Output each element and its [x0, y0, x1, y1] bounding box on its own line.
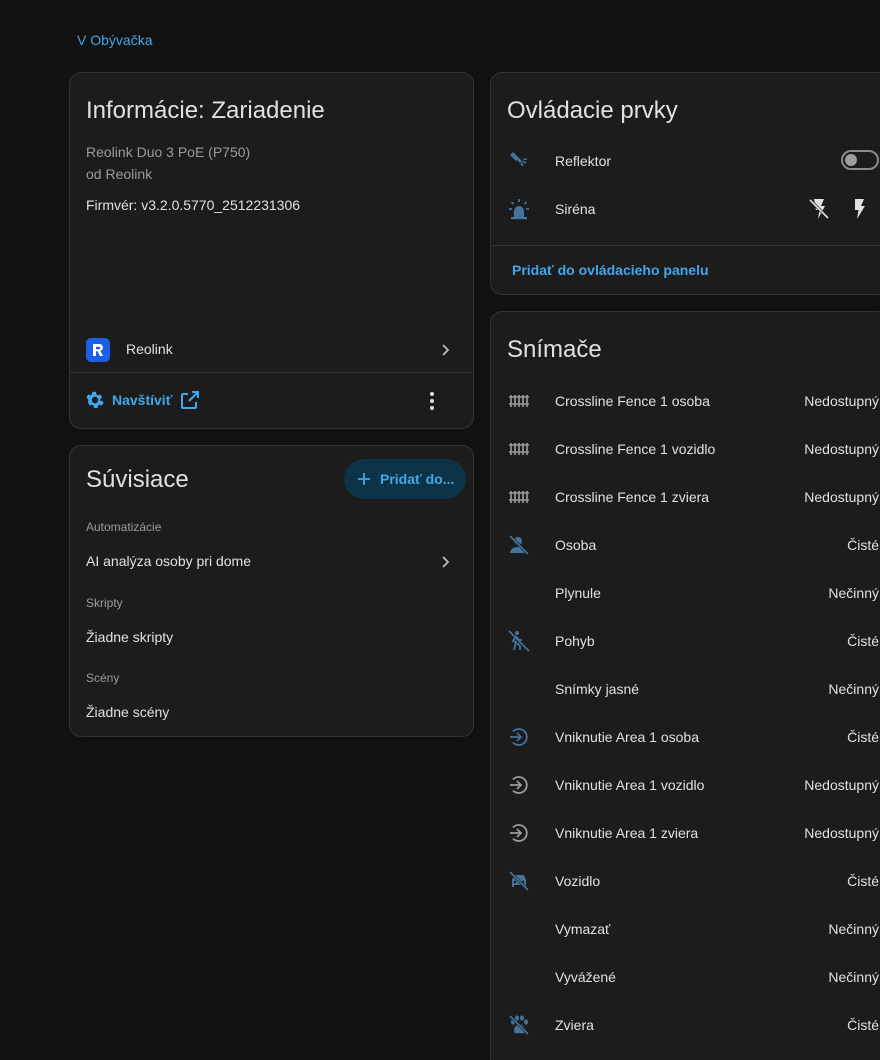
integration-name: Reolink: [126, 341, 173, 357]
automation-name: AI analýza osoby pri dome: [86, 553, 251, 569]
sensor-state: Čisté: [847, 873, 879, 889]
sensor-state: Čisté: [847, 1017, 879, 1033]
sensor-label: Plynule: [555, 585, 601, 601]
add-to-dashboard-button[interactable]: Pridať do ovládacieho panelu: [512, 262, 709, 278]
device-vendor: od Reolink: [86, 166, 153, 182]
sensor-row[interactable]: Vniknutie Area 1 vozidlo Nedostupný: [491, 761, 880, 809]
sensor-label: Vyvážené: [555, 969, 616, 985]
sensor-row[interactable]: Pohyb Čisté: [491, 617, 880, 665]
sensor-row[interactable]: Plynule Nečinný: [491, 569, 880, 617]
control-row-siren[interactable]: Siréna: [491, 189, 880, 229]
card-divider: [491, 245, 880, 246]
sensor-label: Osoba: [555, 537, 597, 553]
login-circle-icon: [510, 728, 528, 746]
sensor-state: Nedostupný: [804, 441, 879, 457]
sensor-state: Čisté: [847, 537, 879, 553]
sensor-label: Vniknutie Area 1 zviera: [555, 825, 699, 841]
sensor-label: Crossline Fence 1 zviera: [555, 489, 710, 505]
scenes-label: Scény: [86, 671, 120, 685]
control-row-spotlight[interactable]: Reflektor: [491, 141, 880, 181]
device-model: Reolink Duo 3 PoE (P750): [86, 144, 251, 160]
sensor-state: Nečinný: [828, 585, 879, 601]
fence-icon: [509, 491, 529, 503]
siren-label: Siréna: [555, 201, 596, 217]
more-vertical-icon[interactable]: [421, 389, 443, 413]
chevron-right-icon: [442, 344, 450, 356]
flash-icon[interactable]: [847, 197, 871, 221]
sensor-row[interactable]: Vniknutie Area 1 osoba Čisté: [491, 713, 880, 761]
alarm-light-icon: [509, 199, 529, 220]
sensor-state: Čisté: [847, 729, 879, 745]
sensor-row[interactable]: Zviera Čisté: [491, 1001, 880, 1049]
controls-card: Ovládacie prvky Reflektor Siréna Pridať …: [490, 72, 880, 295]
device-info-card: Informácie: Zariadenie Reolink Duo 3 PoE…: [69, 72, 474, 429]
sensor-row[interactable]: Crossline Fence 1 vozidlo Nedostupný: [491, 425, 880, 473]
sensor-row[interactable]: Snímky jasné Nečinný: [491, 665, 880, 713]
sensor-label: Crossline Fence 1 osoba: [555, 393, 710, 409]
sensors-card: Snímače Crossline Fence 1 osoba Nedostup…: [490, 311, 880, 1060]
breadcrumb-area-link[interactable]: V Obývačka: [77, 32, 152, 48]
sensor-row[interactable]: Vymazať Nečinný: [491, 905, 880, 953]
car-off-icon: [508, 870, 530, 892]
sensor-row[interactable]: Crossline Fence 1 osoba Nedostupný: [491, 377, 880, 425]
fence-icon: [509, 443, 529, 455]
sensors-title: Snímače: [507, 336, 602, 363]
sensor-label: Zviera: [555, 1017, 594, 1033]
sensor-label: Vniknutie Area 1 vozidlo: [555, 777, 705, 793]
sensor-label: Snímky jasné: [555, 681, 640, 697]
scenes-empty: Žiadne scény: [86, 704, 170, 720]
sensor-label: Vniknutie Area 1 osoba: [555, 729, 699, 745]
sensor-state: Nedostupný: [804, 393, 879, 409]
sensor-state: Nečinný: [828, 969, 879, 985]
flash-off-icon[interactable]: [807, 197, 831, 221]
sensor-label: Vozidlo: [555, 873, 601, 889]
visit-label: Navštíviť: [112, 392, 173, 408]
device-info-title: Informácie: Zariadenie: [86, 97, 325, 124]
sensor-row[interactable]: Vozidlo Čisté: [491, 857, 880, 905]
sensor-state: Nečinný: [828, 681, 879, 697]
sensor-state: Nedostupný: [804, 825, 879, 841]
controls-title: Ovládacie prvky: [507, 97, 678, 124]
integration-link-row[interactable]: Reolink: [70, 328, 473, 372]
sensor-row[interactable]: Osoba Čisté: [491, 521, 880, 569]
spotlight-toggle[interactable]: [841, 150, 879, 170]
visit-device-button[interactable]: Navštíviť: [84, 388, 202, 412]
scripts-empty: Žiadne skripty: [86, 629, 174, 645]
fence-icon: [509, 395, 529, 407]
login-circle-icon: [510, 776, 528, 794]
add-to-button[interactable]: Pridať do...: [344, 459, 466, 499]
related-title: Súvisiace: [86, 466, 189, 493]
sensor-label: Vymazať: [555, 921, 611, 937]
spotlight-icon: [510, 152, 528, 167]
add-to-label: Pridať do...: [380, 471, 455, 487]
open-in-new-icon: [181, 391, 200, 409]
sensor-state: Nedostupný: [804, 777, 879, 793]
sensor-row[interactable]: Crossline Fence 1 zviera Nedostupný: [491, 473, 880, 521]
automations-label: Automatizácie: [86, 520, 162, 534]
card-divider: [70, 372, 473, 373]
sensor-state: Nedostupný: [804, 489, 879, 505]
motion-sensor-off-icon: [508, 630, 530, 652]
related-card: Súvisiace Pridať do... Automatizácie AI …: [69, 445, 474, 737]
automation-item[interactable]: AI analýza osoby pri dome: [70, 546, 473, 578]
chevron-right-icon: [442, 556, 450, 568]
account-off-icon: [508, 534, 530, 556]
scripts-label: Skripty: [86, 596, 123, 610]
toggle-knob: [845, 154, 857, 166]
sensor-state: Čisté: [847, 633, 879, 649]
paw-off-icon: [508, 1014, 530, 1036]
spotlight-label: Reflektor: [555, 153, 612, 169]
plus-icon: [358, 473, 370, 485]
sensor-row[interactable]: Vniknutie Area 1 zviera Nedostupný: [491, 809, 880, 857]
device-page: V Obývačka Informácie: Zariadenie Reolin…: [0, 0, 880, 1060]
reolink-logo-icon: [86, 338, 110, 362]
sensor-label: Pohyb: [555, 633, 595, 649]
sensor-label: Crossline Fence 1 vozidlo: [555, 441, 716, 457]
sensor-row[interactable]: Vyvážené Nečinný: [491, 953, 880, 1001]
sensor-state: Nečinný: [828, 921, 879, 937]
device-firmware: Firmvér: v3.2.0.5770_2512231306: [86, 197, 301, 213]
login-circle-icon: [510, 824, 528, 842]
gear-icon: [86, 391, 104, 409]
